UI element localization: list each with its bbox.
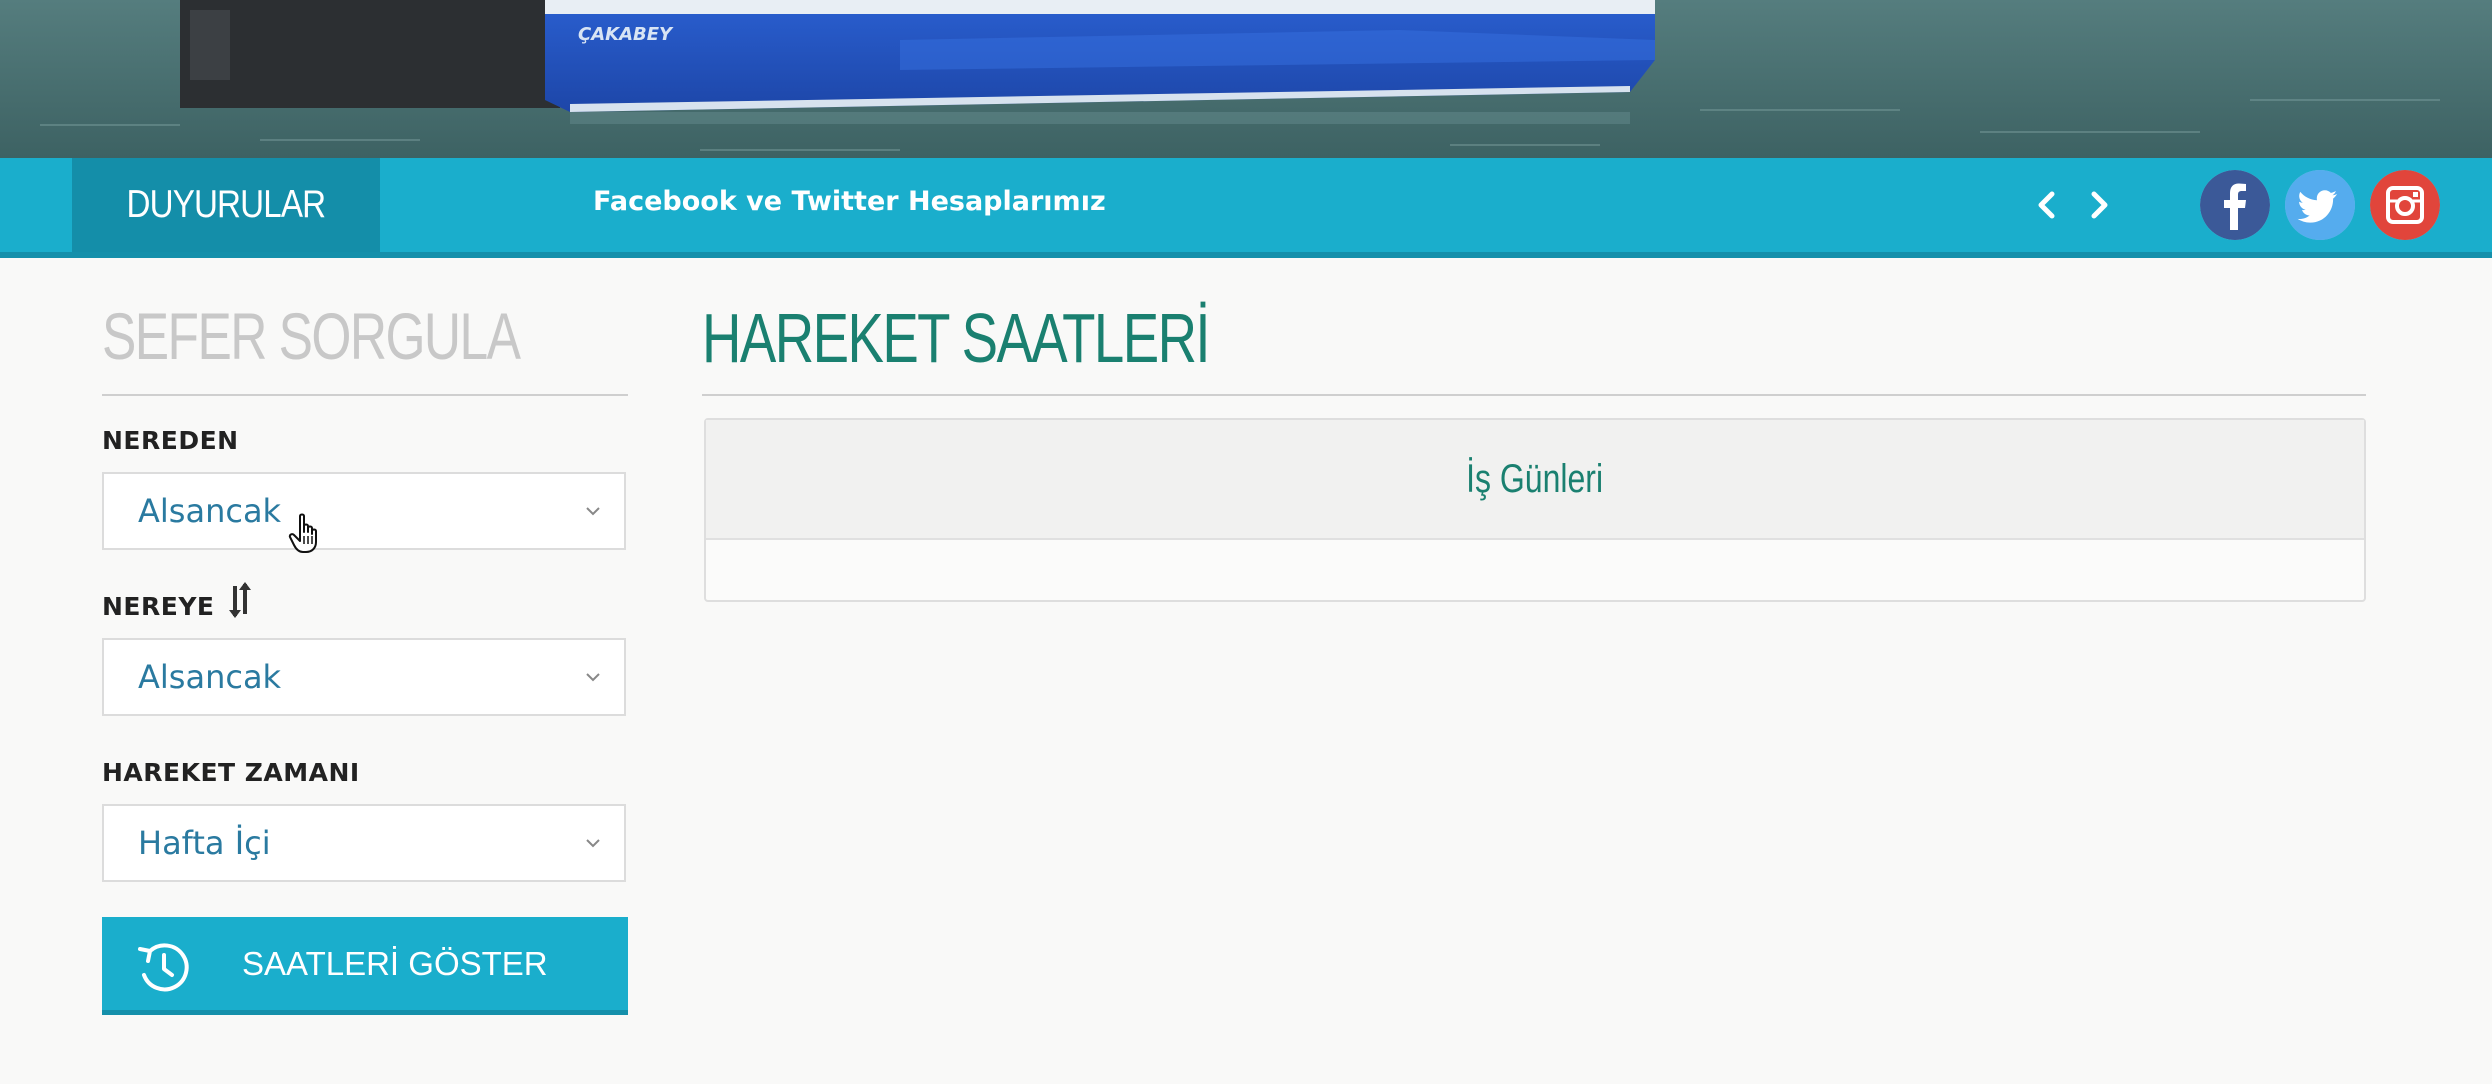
chevron-down-icon: [586, 839, 600, 848]
show-times-button-label: SAATLERİ GÖSTER: [242, 945, 548, 982]
announcement-bar: DUYURULAR Facebook ve Twitter Hesaplarım…: [0, 158, 2492, 258]
announcement-link[interactable]: Facebook ve Twitter Hesaplarımız: [593, 186, 1106, 217]
time-select-value: Hafta İçi: [138, 824, 271, 862]
announcements-tab[interactable]: DUYURULAR: [72, 158, 380, 252]
hand-cursor-icon: [288, 513, 317, 553]
chevron-down-icon: [586, 507, 600, 516]
schedule-panel: İş Günleri: [704, 418, 2366, 602]
facebook-icon: [2200, 170, 2270, 240]
page-title-divider: [702, 394, 2366, 396]
search-title-divider: [102, 394, 628, 396]
schedule-panel-header: İş Günleri: [706, 420, 2364, 540]
announcements-tab-label: DUYURULAR: [126, 183, 326, 226]
to-select[interactable]: Alsancak: [102, 638, 626, 716]
swap-direction-icon[interactable]: [226, 580, 254, 620]
twitter-icon: [2285, 170, 2355, 240]
from-label: NEREDEN: [102, 426, 239, 455]
to-label: NEREYE: [102, 592, 215, 621]
schedule-panel-heading: İş Günleri: [1466, 456, 1604, 501]
ship-name: ÇAKABEY: [578, 24, 674, 45]
from-select-value: Alsancak: [138, 492, 282, 530]
next-announcement-button[interactable]: [2082, 188, 2116, 222]
show-times-button[interactable]: SAATLERİ GÖSTER: [102, 917, 628, 1015]
search-title: SEFER SORGULA: [102, 299, 521, 373]
clock-icon: [138, 943, 189, 992]
time-select[interactable]: Hafta İçi: [102, 804, 626, 882]
chevron-right-icon: [2091, 191, 2108, 219]
to-select-value: Alsancak: [138, 658, 282, 696]
previous-announcement-button[interactable]: [2030, 188, 2064, 222]
from-select[interactable]: Alsancak: [102, 472, 626, 550]
chevron-left-icon: [2038, 191, 2055, 219]
facebook-link[interactable]: [2200, 170, 2270, 240]
instagram-link[interactable]: [2370, 170, 2440, 240]
twitter-link[interactable]: [2285, 170, 2355, 240]
time-label: HAREKET ZAMANI: [102, 758, 360, 787]
instagram-icon: [2370, 170, 2440, 240]
chevron-down-icon: [586, 673, 600, 682]
page-title: HAREKET SAATLERİ: [702, 299, 1211, 377]
hero-banner: ÇAKABEY: [0, 0, 2492, 158]
